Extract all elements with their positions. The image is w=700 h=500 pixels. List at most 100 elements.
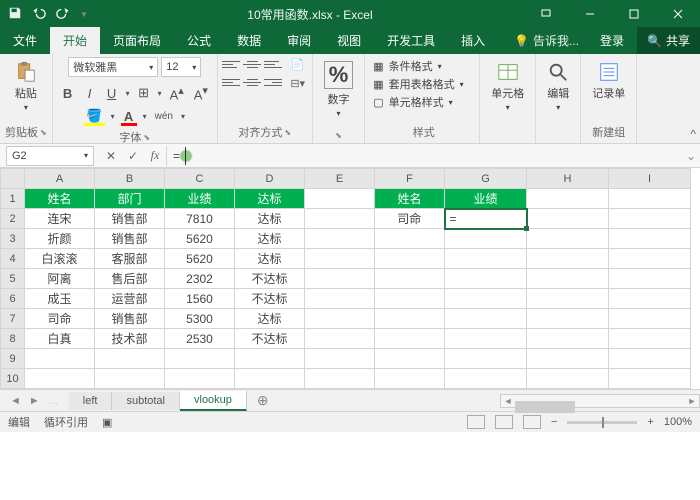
cell[interactable] bbox=[25, 369, 95, 389]
tab-home[interactable]: 开始 bbox=[50, 27, 100, 54]
sheet-nav-prev-icon[interactable]: ◄ bbox=[10, 395, 21, 407]
cell[interactable] bbox=[445, 329, 527, 349]
cell[interactable] bbox=[375, 289, 445, 309]
row-header[interactable]: 6 bbox=[1, 289, 25, 309]
cell[interactable] bbox=[305, 349, 375, 369]
align-middle-button[interactable] bbox=[243, 57, 261, 71]
tab-review[interactable]: 审阅 bbox=[274, 27, 324, 54]
editing-button[interactable]: 编辑▾ bbox=[541, 57, 575, 116]
ribbon-options-icon[interactable] bbox=[524, 0, 568, 28]
cell[interactable] bbox=[527, 229, 609, 249]
enter-formula-icon[interactable]: ✓ bbox=[122, 149, 144, 163]
cell[interactable] bbox=[165, 369, 235, 389]
cell[interactable] bbox=[95, 369, 165, 389]
cell[interactable]: 达标 bbox=[235, 229, 305, 249]
redo-icon[interactable] bbox=[56, 6, 70, 23]
record-form-button[interactable]: 记录单 bbox=[586, 57, 631, 105]
cell[interactable] bbox=[375, 369, 445, 389]
tab-insert[interactable]: 插入 bbox=[448, 27, 498, 54]
name-box[interactable]: G2▾ bbox=[6, 146, 94, 166]
cell[interactable] bbox=[445, 269, 527, 289]
cell[interactable] bbox=[375, 269, 445, 289]
tab-file[interactable]: 文件 bbox=[0, 27, 50, 54]
cell[interactable] bbox=[609, 229, 691, 249]
align-right-button[interactable] bbox=[264, 76, 282, 90]
cell[interactable]: 7810 bbox=[165, 209, 235, 229]
cells-button[interactable]: 单元格▾ bbox=[485, 57, 530, 116]
col-header[interactable]: G bbox=[445, 169, 527, 189]
row-header[interactable]: 1 bbox=[1, 189, 25, 209]
cell[interactable] bbox=[375, 349, 445, 369]
cell[interactable]: 1560 bbox=[165, 289, 235, 309]
zoom-level[interactable]: 100% bbox=[664, 416, 692, 428]
tab-layout[interactable]: 页面布局 bbox=[100, 27, 174, 54]
cell[interactable] bbox=[445, 369, 527, 389]
row-header[interactable]: 4 bbox=[1, 249, 25, 269]
maximize-button[interactable] bbox=[612, 0, 656, 28]
cell[interactable] bbox=[609, 249, 691, 269]
cell[interactable] bbox=[445, 309, 527, 329]
cell[interactable] bbox=[165, 349, 235, 369]
cell[interactable]: 运营部 bbox=[95, 289, 165, 309]
cell[interactable] bbox=[527, 209, 609, 229]
italic-button[interactable]: I bbox=[82, 85, 98, 102]
cell[interactable]: 达标 bbox=[235, 249, 305, 269]
cell[interactable] bbox=[305, 189, 375, 209]
expand-formula-bar-icon[interactable]: ⌄ bbox=[682, 149, 700, 163]
cell[interactable] bbox=[609, 309, 691, 329]
insert-function-icon[interactable]: fx bbox=[144, 148, 166, 163]
cell[interactable]: 白滚滚 bbox=[25, 249, 95, 269]
cell[interactable]: 姓名 bbox=[25, 189, 95, 209]
cell[interactable] bbox=[375, 229, 445, 249]
cell[interactable] bbox=[95, 349, 165, 369]
view-page-break-button[interactable] bbox=[523, 415, 541, 429]
cell[interactable]: 成玉 bbox=[25, 289, 95, 309]
cell[interactable]: 不达标 bbox=[235, 289, 305, 309]
sheet-tab-left[interactable]: left bbox=[69, 392, 113, 410]
cell[interactable]: 白真 bbox=[25, 329, 95, 349]
cell[interactable]: 阿离 bbox=[25, 269, 95, 289]
collapse-ribbon-icon[interactable]: ^ bbox=[690, 127, 696, 141]
add-sheet-button[interactable]: ⊕ bbox=[247, 392, 279, 409]
sheet-tab-vlookup[interactable]: vlookup bbox=[180, 391, 247, 411]
cell[interactable] bbox=[527, 289, 609, 309]
cell[interactable] bbox=[25, 349, 95, 369]
cell[interactable]: 姓名 bbox=[375, 189, 445, 209]
cell[interactable]: 5620 bbox=[165, 229, 235, 249]
cell[interactable]: 销售部 bbox=[95, 309, 165, 329]
cell[interactable]: 部门 bbox=[95, 189, 165, 209]
cell[interactable] bbox=[235, 349, 305, 369]
cell[interactable]: 客服部 bbox=[95, 249, 165, 269]
col-header[interactable]: C bbox=[165, 169, 235, 189]
cell[interactable] bbox=[609, 189, 691, 209]
view-normal-button[interactable] bbox=[467, 415, 485, 429]
cell[interactable]: 业绩 bbox=[165, 189, 235, 209]
scroll-thumb[interactable] bbox=[515, 401, 575, 413]
sheet-nav-next-icon[interactable]: ► bbox=[29, 395, 40, 407]
cell[interactable] bbox=[305, 249, 375, 269]
cell[interactable] bbox=[527, 309, 609, 329]
align-bottom-button[interactable] bbox=[264, 57, 282, 71]
undo-icon[interactable] bbox=[32, 6, 46, 23]
col-header[interactable]: H bbox=[527, 169, 609, 189]
col-header[interactable]: E bbox=[305, 169, 375, 189]
cell[interactable] bbox=[609, 329, 691, 349]
scroll-right-icon[interactable]: ► bbox=[685, 396, 699, 406]
formula-input[interactable]: = bbox=[166, 146, 682, 166]
login-link[interactable]: 登录 bbox=[587, 27, 637, 54]
cell[interactable]: 技术部 bbox=[95, 329, 165, 349]
cell[interactable] bbox=[527, 369, 609, 389]
cell[interactable]: 不达标 bbox=[235, 269, 305, 289]
cell[interactable]: 售后部 bbox=[95, 269, 165, 289]
col-header[interactable]: I bbox=[609, 169, 691, 189]
cell[interactable]: 销售部 bbox=[95, 209, 165, 229]
cell[interactable]: 2302 bbox=[165, 269, 235, 289]
conditional-format-button[interactable]: ▦条件格式▾ bbox=[373, 57, 441, 75]
close-button[interactable] bbox=[656, 0, 700, 28]
cell[interactable]: 达标 bbox=[235, 209, 305, 229]
col-header[interactable]: B bbox=[95, 169, 165, 189]
cell[interactable] bbox=[609, 349, 691, 369]
align-top-button[interactable] bbox=[222, 57, 240, 71]
cell[interactable] bbox=[445, 349, 527, 369]
wrap-text-button[interactable]: 📄 bbox=[288, 57, 307, 72]
